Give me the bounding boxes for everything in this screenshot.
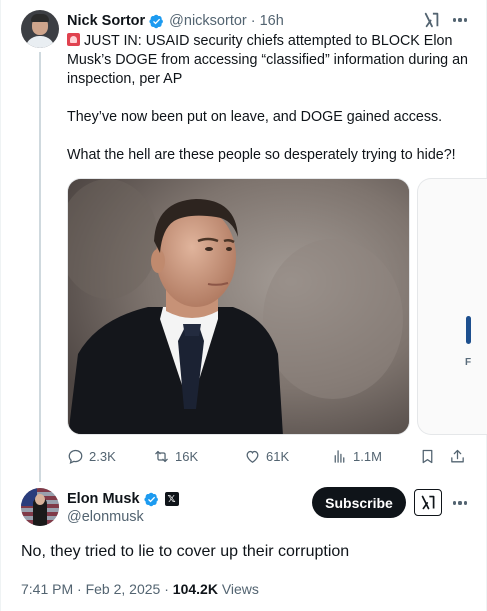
reply-tweet-text: No, they tried to lie to cover up their … [21,543,350,560]
more-options-icon[interactable] [449,11,471,29]
views-button[interactable]: 1.1M [331,446,382,466]
tweet-date[interactable]: Feb 2, 2025 [86,581,161,597]
tweet-timestamp[interactable]: 16h [260,13,284,29]
share-button[interactable] [449,446,466,466]
grok-button[interactable] [414,489,442,516]
views-chart-icon [334,449,345,463]
views-label: Views [221,581,259,597]
reply-button[interactable]: 2.3K [67,446,116,466]
repost-count: 16K [175,448,199,464]
subscribe-button[interactable]: Subscribe [312,487,406,518]
repost-button[interactable]: 16K [153,446,198,466]
like-button[interactable]: 61K [244,446,289,466]
tweet-meta: 7:41 PM · Feb 2, 2025 · 104.2K Views [21,581,259,597]
author-name[interactable]: Elon Musk [67,491,140,507]
tweet-time[interactable]: 7:41 PM [21,581,73,597]
grok-icon [421,495,434,510]
portrait-photo [68,179,409,434]
tweet-header: Nick Sortor @nicksortor · 16h [67,11,284,31]
views-count[interactable]: 104.2K [173,581,218,597]
tweet-photo[interactable] [67,178,410,435]
meta-separator: · [164,581,169,597]
next-photo-preview[interactable]: F [417,178,487,435]
verified-badge-icon[interactable] [149,14,164,29]
like-count: 61K [266,448,290,464]
bookmark-button[interactable] [419,446,436,466]
meta-separator: · [77,581,82,597]
tweet-paragraph: JUST IN: USAID security chiefs attempted… [67,33,468,87]
repost-icon [155,450,168,462]
author-handle[interactable]: @nicksortor [169,13,247,29]
rotating-light-emoji-icon [67,33,80,46]
more-options-icon[interactable] [449,494,471,512]
heart-icon [246,450,259,463]
grok-icon[interactable] [423,11,441,29]
bookmark-icon [422,449,433,463]
avatar[interactable] [21,488,59,526]
views-count: 1.1M [353,448,382,464]
reply-icon [68,449,83,464]
tweet-header: Elon Musk 𝕏 [67,489,179,509]
author-name[interactable]: Nick Sortor [67,13,145,29]
x-affiliate-badge-icon[interactable]: 𝕏 [164,492,179,506]
tweet-body: JUST IN: USAID security chiefs attempted… [67,32,477,165]
tweet-detail-frame: Nick Sortor @nicksortor · 16h JUST IN: U… [0,0,487,611]
thread-connector-line [39,52,41,482]
meta-separator: · [250,13,256,29]
reply-count: 2.3K [89,448,116,464]
share-icon [451,449,464,462]
author-handle[interactable]: @elonmusk [67,509,144,525]
verified-badge-icon[interactable] [143,492,159,507]
tweet-action-bar: 2.3K 16K 61K 1.1M [67,446,477,466]
next-photo-letter: F [465,357,472,368]
tweet-paragraph: What the hell are these people so desper… [67,147,456,163]
avatar[interactable] [21,10,59,48]
tweet-paragraph: They’ve now been put on leave, and DOGE … [67,109,443,125]
